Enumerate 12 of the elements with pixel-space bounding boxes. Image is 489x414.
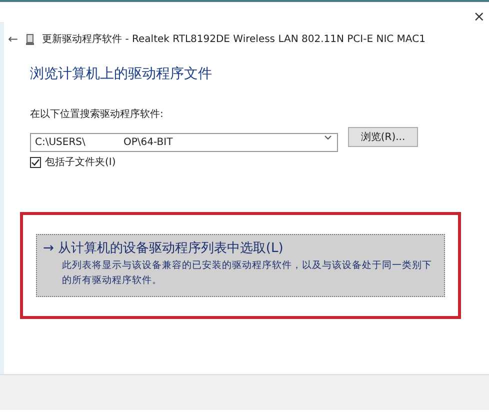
dropdown-chevron-icon[interactable] (324, 134, 332, 140)
close-button[interactable]: × (473, 10, 485, 28)
back-button[interactable]: ← (8, 30, 18, 48)
search-label: 在以下位置搜索驱动程序软件: (30, 108, 164, 122)
checkbox-label: 包括子文件夹(I) (45, 156, 116, 170)
path-combobox[interactable]: C:\USERS\ OP\64-BIT (30, 132, 338, 152)
browse-button[interactable]: 浏览(R)... (348, 127, 418, 147)
page-heading: 浏览计算机上的驱动程序文件 (30, 65, 213, 84)
window-title: 更新驱动程序软件 - Realtek RTL8192DE Wireless LAN 802.11N PCI-E NIC MAC1 (42, 32, 426, 46)
network-card-icon (26, 34, 34, 44)
checkbox[interactable] (30, 157, 41, 168)
pick-from-list-option[interactable]: → 从计算机的设备驱动程序列表中选取(L) 此列表将显示与该设备兼容的已安装的驱动程序软件，以及与该设备处于同一类别下的所有驱动程序软件。 (36, 234, 445, 297)
